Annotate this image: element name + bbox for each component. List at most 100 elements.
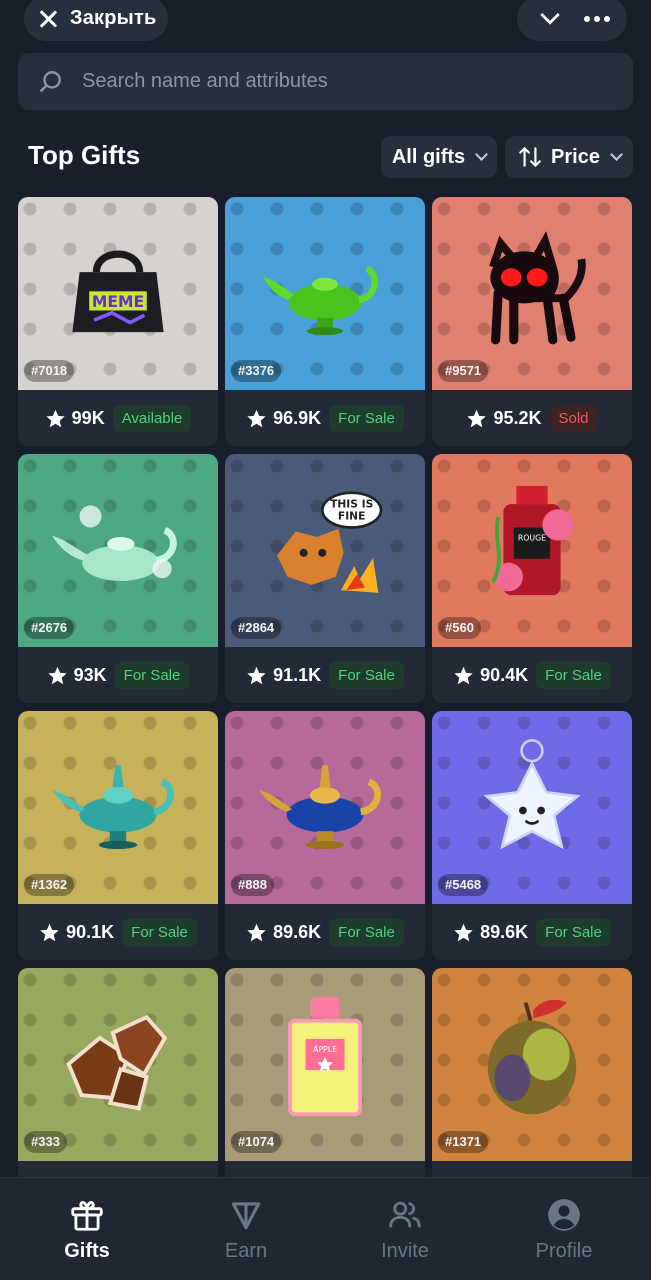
gift-number-badge: #9571 [438,360,489,382]
gift-info: 99K Available [18,390,218,446]
star-icon [246,922,267,943]
star-icon [453,922,474,943]
search-bar[interactable] [18,53,633,110]
svg-text:ROUGE: ROUGE [518,533,546,542]
gift-number-badge: #1074 [231,1131,282,1153]
gift-image: #3376 [225,197,425,390]
search-input[interactable] [82,70,582,93]
gift-image: ROUGE #560 [432,454,632,647]
gift-card[interactable]: ROUGE #560 90.4K For Sale [432,454,632,703]
gift-number-badge: #888 [231,874,274,896]
this-is-fine-icon: THIS IS FINE [255,483,395,608]
bottom-nav: Gifts Earn Invite Profile [0,1177,651,1280]
more-options-button[interactable] [583,15,610,22]
section-title: Top Gifts [28,140,141,170]
gift-card[interactable]: #3376 96.9K For Sale [225,197,425,446]
gift-card[interactable]: THIS IS FINE #2864 91.1K For Sale [225,454,425,703]
svg-text:FINE: FINE [338,509,365,522]
status-badge: For Sale [114,661,190,689]
sort-icon [519,147,541,167]
gift-number-badge: #2864 [231,617,282,639]
gift-price: 91.1K [246,665,321,686]
status-badge: For Sale [536,918,611,946]
gift-card[interactable]: MEME #7018 99K Available [18,197,218,446]
apple-perfume-icon: APPLE [275,992,375,1127]
gift-number-badge: #1362 [24,874,75,896]
gift-image: #1371 [432,968,632,1161]
price-value: 95.2K [493,407,542,428]
nav-invite[interactable]: Invite [345,1196,465,1263]
gift-info: 89.6K For Sale [432,904,632,960]
status-badge: For Sale [329,661,404,689]
status-badge: For Sale [122,918,197,946]
price-value: 96.9K [273,407,322,428]
price-value: 89.6K [480,921,529,942]
gift-price: 95.2K [466,407,542,429]
nav-profile-label: Profile [535,1240,593,1262]
star-icon [47,665,68,686]
gift-price: 93K [47,665,107,686]
nav-profile[interactable]: Profile [504,1196,624,1263]
gift-image: #333 [18,968,218,1161]
gift-image: APPLE #1074 [225,968,425,1161]
close-button[interactable]: Закрыть [24,0,168,41]
price-value: 90.4K [480,664,529,685]
chevron-down-icon [539,5,560,25]
sort-label: Price [551,145,600,168]
nav-invite-label: Invite [381,1240,429,1262]
rouge-perfume-icon: ROUGE [477,478,587,613]
status-badge: For Sale [536,661,611,689]
status-badge: Sold [549,404,598,432]
price-value: 91.1K [273,664,322,685]
genie-lamp-green-icon [260,231,390,346]
gift-image: #9571 [432,197,632,390]
gift-info: 91.1K For Sale [225,647,425,703]
gift-number-badge: #333 [24,1131,67,1153]
price-value: 90.1K [66,921,115,942]
gift-info: 90.1K For Sale [18,904,218,960]
ghost-lamp-icon [48,488,188,603]
nav-gifts[interactable]: Gifts [27,1196,147,1263]
dot [583,15,590,22]
star-icon [45,408,66,429]
gift-info: 96.9K For Sale [225,390,425,446]
status-badge: For Sale [329,404,404,432]
collapse-button[interactable] [535,5,565,30]
gift-image: #2676 [18,454,218,647]
users-icon [389,1201,421,1228]
gift-price: 96.9K [246,408,321,429]
window-controls [517,0,627,41]
gift-info: 95.2K Sold [432,390,632,446]
gift-price: 90.4K [453,665,528,686]
close-icon [38,9,58,29]
svg-text:MEME: MEME [92,292,144,310]
gift-info: 90.4K For Sale [432,647,632,703]
gift-info: 93K For Sale [18,647,218,703]
price-value: 93K [73,664,107,685]
nav-earn[interactable]: Earn [186,1196,306,1263]
gift-number-badge: #7018 [24,360,75,382]
gift-card[interactable]: #2676 93K For Sale [18,454,218,703]
star-icon [246,665,267,686]
plum-fruit-icon [472,992,592,1127]
gift-number-badge: #560 [438,617,481,639]
filter-dropdown[interactable]: All gifts [381,136,497,178]
gift-image: #5468 [432,711,632,904]
gift-card[interactable]: #9571 95.2K Sold [432,197,632,446]
gift-card[interactable]: #1362 90.1K For Sale [18,711,218,960]
teal-lamp-icon [48,745,188,860]
gift-image: #888 [225,711,425,904]
star-icon [466,408,487,429]
dot [593,15,600,22]
dot [603,15,610,22]
search-icon [39,70,61,92]
black-cat-icon [467,226,597,351]
sort-dropdown[interactable]: Price [505,136,633,178]
gift-price: 99K [45,408,105,429]
gold-lamp-icon [255,745,395,860]
gift-card[interactable]: #888 89.6K For Sale [225,711,425,960]
gift-card[interactable]: #5468 89.6K For Sale [432,711,632,960]
status-badge: For Sale [329,918,404,946]
svg-text:APPLE: APPLE [313,1044,337,1053]
gift-info: 89.6K For Sale [225,904,425,960]
